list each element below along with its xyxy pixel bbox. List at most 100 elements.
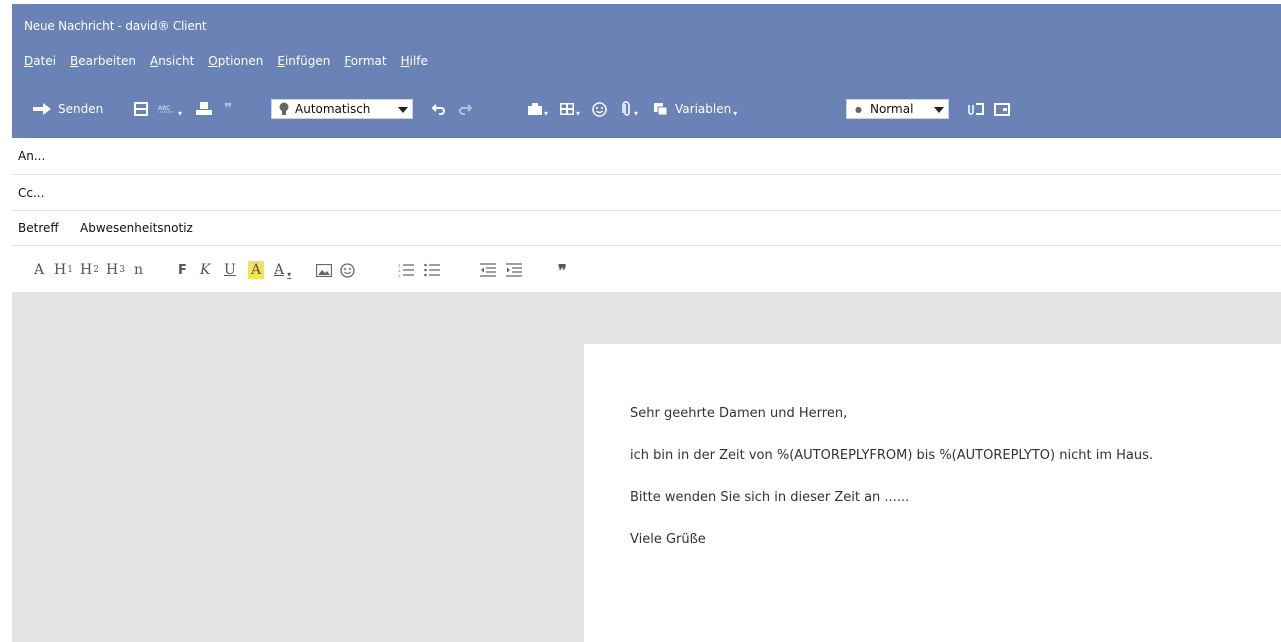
smiley-icon: [592, 101, 607, 117]
insert-button[interactable]: ▾: [528, 94, 548, 124]
heading2-button[interactable]: H2: [80, 261, 99, 279]
highlight-button[interactable]: A: [248, 261, 265, 279]
menu-einfuegen[interactable]: Einfügen: [277, 54, 330, 68]
svg-text:3: 3: [398, 273, 401, 277]
heading2-sup: 2: [93, 265, 99, 275]
numbered-list-icon: 123: [398, 263, 414, 277]
quote-button[interactable]: ❞: [224, 94, 232, 124]
save-button[interactable]: [134, 94, 148, 124]
image-icon: [316, 263, 332, 277]
menu-bearbeiten[interactable]: Bearbeiten: [70, 54, 136, 68]
lightbulb-icon: [279, 102, 289, 115]
font-color-button[interactable]: A ▾: [274, 261, 291, 279]
dropdown-arrow-icon: ▾: [634, 108, 639, 118]
to-row[interactable]: An...: [12, 138, 1281, 175]
heading1-sup: 1: [67, 265, 73, 275]
variables-label: Variablen: [675, 102, 732, 116]
arrow-right-icon: [33, 103, 51, 115]
save-icon: [134, 102, 148, 116]
briefcase-icon: [528, 103, 542, 115]
copy-icon: [654, 103, 667, 115]
style-select[interactable]: ● Normal: [846, 99, 949, 119]
send-label: Senden: [58, 102, 104, 116]
spellcheck-icon: ABC: [158, 105, 174, 113]
outdent-button[interactable]: [480, 261, 496, 279]
subject-label: Betreff: [18, 221, 59, 235]
print-icon: [196, 102, 212, 115]
undo-button[interactable]: [432, 94, 446, 124]
heading1-text: H: [54, 262, 67, 278]
quote-icon: ❞: [558, 260, 567, 280]
attachment-button[interactable]: ▾: [622, 94, 638, 124]
table-icon: [560, 103, 574, 115]
spellcheck-button[interactable]: ABC ▾: [158, 94, 182, 124]
priority-select[interactable]: Automatisch: [271, 99, 413, 119]
variables-button[interactable]: Variablen ▾: [654, 94, 737, 124]
heading2-text: H: [80, 262, 93, 278]
dropdown-arrow-icon: ▾: [178, 108, 183, 118]
blockquote-button[interactable]: ❞: [558, 260, 567, 280]
paragraph-style-button[interactable]: A: [34, 261, 44, 279]
numbered-list-button[interactable]: 123: [398, 261, 414, 279]
menu-format[interactable]: Format: [344, 54, 386, 68]
heading3-sup: 3: [119, 265, 125, 275]
dropdown-arrow-icon: ▾: [733, 108, 738, 118]
chevron-down-icon: [398, 107, 408, 113]
heading1-button[interactable]: H1: [54, 261, 73, 279]
menu-optionen[interactable]: Optionen: [208, 54, 263, 68]
insert-emoji-button[interactable]: [340, 261, 355, 279]
redo-icon: [459, 104, 472, 115]
format-toolbar: A H1 H2 H3 n F K U A A ▾ 123 ❞: [12, 246, 1281, 292]
heading3-button[interactable]: H3: [106, 261, 125, 279]
dropdown-arrow-icon: ▾: [287, 269, 292, 279]
menu-hilfe[interactable]: Hilfe: [401, 54, 428, 68]
emoji-button[interactable]: [592, 94, 607, 124]
style-value: Normal: [869, 102, 914, 116]
paperclip-icon: [622, 101, 630, 116]
body-line-absence: ich bin in der Zeit von %(AUTOREPLYFROM)…: [630, 448, 1154, 463]
undo-icon: [432, 104, 445, 115]
cc-row[interactable]: Cc...: [12, 175, 1281, 211]
body-line-contact: Bitte wenden Sie sich in dieser Zeit an …: [630, 490, 910, 505]
chevron-down-icon: [934, 107, 944, 113]
subject-input[interactable]: Abwesenheitsnotiz: [80, 221, 193, 235]
header-band: Neue Nachricht - david® Client Datei Bea…: [12, 4, 1281, 138]
insert-image-button[interactable]: [316, 261, 332, 279]
normal-text-button[interactable]: n: [134, 261, 143, 279]
font-color-text: A: [274, 262, 285, 278]
cc-label[interactable]: Cc...: [18, 186, 44, 200]
dropdown-arrow-icon: ▾: [576, 108, 581, 118]
menu-ansicht[interactable]: Ansicht: [150, 54, 194, 68]
body-line-closing: Viele Grüße: [630, 532, 706, 547]
smiley-icon: [340, 262, 355, 278]
redo-button[interactable]: [458, 94, 472, 124]
bullet-icon: ●: [855, 104, 862, 114]
compose-window: Neue Nachricht - david® Client Datei Bea…: [12, 4, 1281, 642]
to-label[interactable]: An...: [18, 149, 45, 163]
menu-bar: Datei Bearbeiten Ansicht Optionen Einfüg…: [24, 54, 428, 68]
body-line-salutation: Sehr geehrte Damen und Herren,: [630, 406, 848, 421]
paperclip-frame-icon: [968, 103, 984, 115]
window-title: Neue Nachricht - david® Client: [24, 19, 207, 33]
quote-icon: ❞: [224, 101, 233, 117]
svg-text:ABC: ABC: [158, 105, 170, 112]
bullet-list-icon: [424, 263, 440, 277]
print-button[interactable]: [196, 94, 212, 124]
outdent-icon: [480, 263, 496, 277]
bold-button[interactable]: F: [178, 261, 187, 279]
heading3-text: H: [106, 262, 119, 278]
bullet-list-button[interactable]: [424, 261, 440, 279]
attach-inline-button[interactable]: [966, 94, 986, 124]
dropdown-arrow-icon: ▾: [544, 108, 549, 118]
window-icon: [994, 102, 1010, 116]
indent-button[interactable]: [506, 261, 522, 279]
italic-button[interactable]: K: [200, 261, 210, 279]
menu-datei[interactable]: Datei: [24, 54, 56, 68]
window-button[interactable]: [994, 94, 1010, 124]
priority-value: Automatisch: [295, 102, 371, 116]
send-button[interactable]: Senden: [32, 94, 103, 124]
editor-page[interactable]: Sehr geehrte Damen und Herren, ich bin i…: [584, 344, 1281, 642]
indent-icon: [506, 263, 522, 277]
underline-button[interactable]: U: [224, 261, 236, 279]
table-button[interactable]: ▾: [560, 94, 580, 124]
